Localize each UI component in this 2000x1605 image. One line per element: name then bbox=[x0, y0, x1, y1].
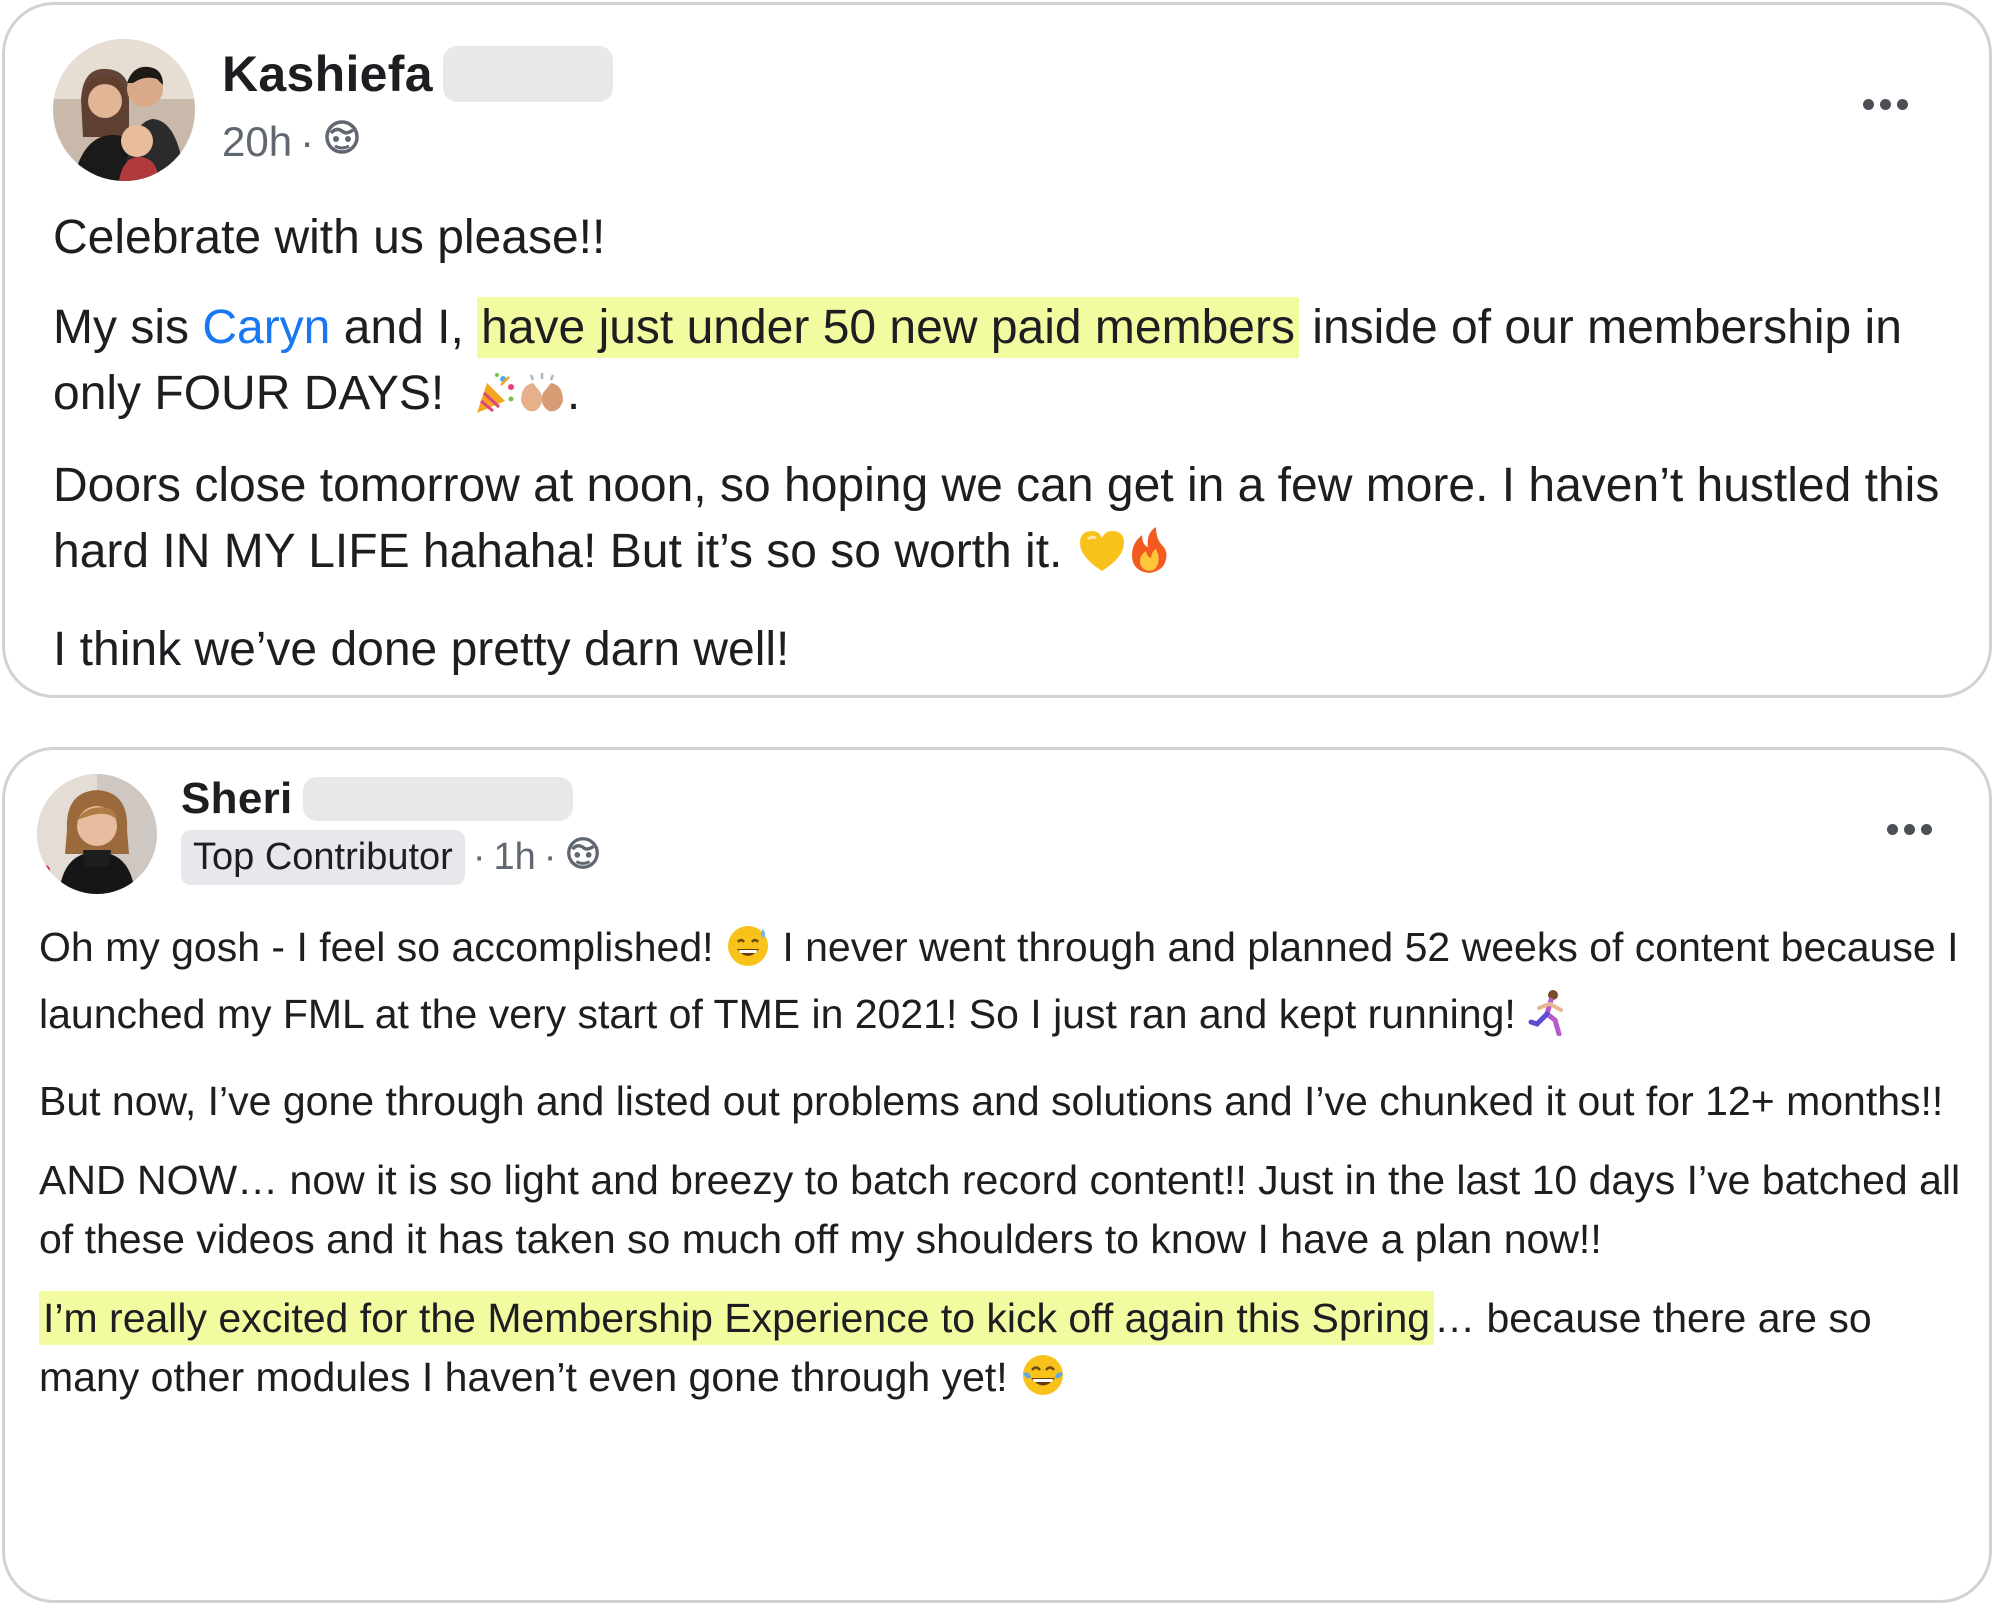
party-popper-emoji bbox=[471, 369, 517, 435]
paragraph-text: But now, I’ve gone through and listed ou… bbox=[39, 1078, 1944, 1124]
author-row: Kashiefa bbox=[222, 45, 613, 103]
post-body: Celebrate with us please!! My sis Caryn … bbox=[53, 205, 1953, 707]
paragraph-text: AND NOW… now it is so light and breezy t… bbox=[39, 1157, 1961, 1262]
post-paragraph: Oh my gosh - I feel so accomplished! I n… bbox=[39, 918, 1969, 1052]
post-paragraph: My sis Caryn and I, have just under 50 n… bbox=[53, 295, 1953, 435]
more-options-icon[interactable] bbox=[1887, 824, 1932, 835]
paragraph-text: Celebrate with us please!! bbox=[53, 211, 606, 264]
top-contributor-badge[interactable]: Top Contributor bbox=[181, 830, 465, 885]
redacted-surname bbox=[302, 777, 573, 821]
paragraph-text: Doors close tomorrow at noon, so hoping … bbox=[53, 459, 1940, 578]
paragraph-text: . bbox=[566, 367, 581, 420]
post-body: Oh my gosh - I feel so accomplished! I n… bbox=[39, 918, 1969, 1435]
paragraph-text: I think we’ve done pretty darn well! bbox=[53, 623, 790, 676]
more-options-icon[interactable] bbox=[1863, 99, 1908, 110]
meta-separator: · bbox=[300, 118, 315, 165]
post-paragraph: AND NOW… now it is so light and breezy t… bbox=[39, 1151, 1969, 1269]
tears-of-joy-emoji bbox=[1019, 1351, 1067, 1415]
post-paragraph: Doors close tomorrow at noon, so hoping … bbox=[53, 453, 1953, 593]
globe-icon bbox=[564, 834, 602, 882]
paragraph-text: Oh my gosh - I feel so accomplished! bbox=[39, 924, 714, 970]
highlighted-text: have just under 50 new paid members bbox=[477, 297, 1299, 358]
meta-separator: · bbox=[543, 836, 557, 878]
post-paragraph: Celebrate with us please!! bbox=[53, 205, 1953, 271]
paragraph-text: and I, bbox=[330, 301, 478, 354]
post-meta: Top Contributor · 1h · bbox=[181, 830, 602, 885]
avatar[interactable] bbox=[37, 774, 157, 894]
redacted-surname bbox=[442, 46, 613, 102]
mention-link[interactable]: Caryn bbox=[202, 301, 330, 354]
author-name[interactable]: Sheri bbox=[181, 774, 293, 824]
clapping-hands-emoji bbox=[517, 369, 567, 435]
running-woman-emoji bbox=[1527, 988, 1571, 1052]
post-card-sheri: Sheri Top Contributor · 1h · Oh my gosh … bbox=[2, 747, 1992, 1603]
post-paragraph: I think we’ve done pretty darn well! bbox=[53, 617, 1953, 683]
post-meta: 20h · bbox=[222, 117, 362, 167]
author-name[interactable]: Kashiefa bbox=[222, 45, 433, 103]
paragraph-text: My sis bbox=[53, 301, 203, 354]
author-row: Sheri bbox=[181, 774, 573, 824]
post-card-kashiefa: Kashiefa 20h · Celebrate with us please!… bbox=[2, 2, 1992, 698]
fire-emoji bbox=[1128, 525, 1170, 593]
yellow-heart-emoji bbox=[1076, 527, 1128, 593]
avatar[interactable] bbox=[53, 39, 195, 181]
globe-icon bbox=[322, 117, 362, 167]
post-timestamp[interactable]: 1h bbox=[493, 836, 535, 879]
grinning-sweat-emoji bbox=[725, 923, 771, 985]
meta-separator: · bbox=[472, 836, 486, 878]
highlighted-text: I’m really excited for the Membership Ex… bbox=[39, 1291, 1435, 1345]
post-paragraph: But now, I’ve gone through and listed ou… bbox=[39, 1072, 1969, 1131]
post-paragraph: I’m really excited for the Membership Ex… bbox=[39, 1289, 1969, 1415]
post-timestamp[interactable]: 20h bbox=[222, 118, 292, 166]
